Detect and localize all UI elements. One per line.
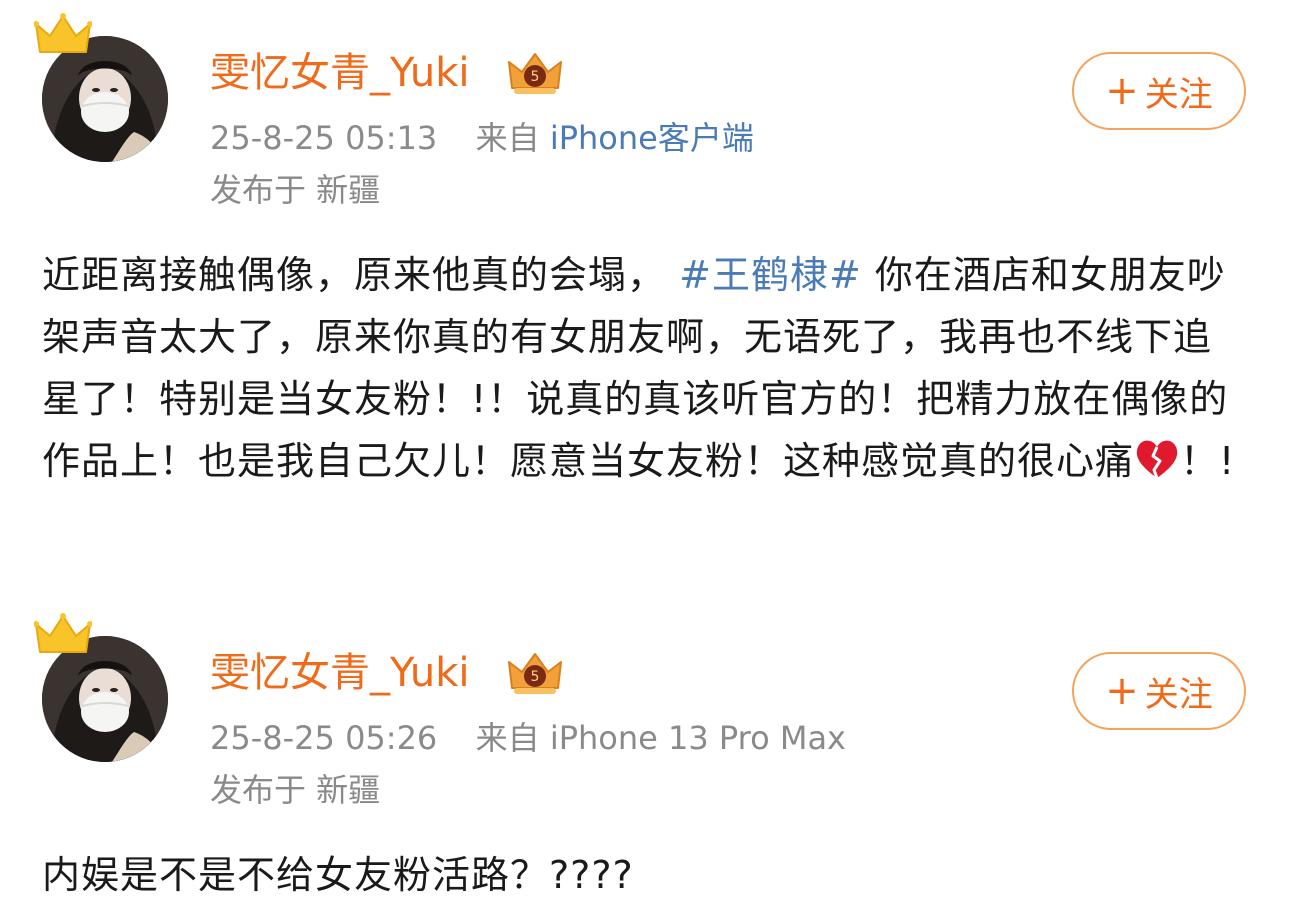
location: 发布于 新疆	[210, 171, 381, 209]
crown-icon	[34, 13, 92, 53]
timestamp: 25-8-25 05:13	[210, 119, 438, 157]
source-prefix: 来自	[475, 119, 540, 157]
username[interactable]: 雯忆女青_Yuki	[210, 646, 469, 700]
post-body: 近距离接触偶像，原来他真的会塌， #王鹤棣# 你在酒店和女朋友吵架声音太大了，原…	[42, 244, 1248, 492]
follow-label: 关注	[1144, 74, 1213, 115]
vip-crown-badge-icon[interactable]: 5	[506, 50, 564, 98]
follow-button[interactable]: + 关注	[1072, 52, 1246, 130]
location: 发布于 新疆	[210, 771, 381, 809]
post-body: 内娱是不是不给女友粉活路？????	[42, 853, 634, 897]
source-app: iPhone 13 Pro Max	[549, 719, 846, 757]
post-meta: 25-8-25 05:26 来自 iPhone 13 Pro Max	[210, 716, 846, 760]
weibo-post: 雯忆女青_Yuki 5 25-8-25 05:26 来自 iPhone 13 P…	[0, 600, 1290, 916]
source-prefix: 来自	[475, 719, 540, 757]
avatar-container[interactable]	[34, 13, 168, 162]
post-meta: 25-8-25 05:13 来自 iPhone客户端	[210, 116, 754, 160]
timestamp: 25-8-25 05:26	[210, 719, 438, 757]
broken-heart-icon	[1136, 440, 1178, 479]
avatar-container[interactable]	[34, 613, 168, 762]
crown-icon	[34, 613, 92, 653]
source-app-link[interactable]: iPhone客户端	[550, 119, 754, 157]
svg-text:5: 5	[531, 69, 540, 85]
username[interactable]: 雯忆女青_Yuki	[210, 46, 469, 100]
svg-text:5: 5	[531, 669, 540, 685]
hashtag-link[interactable]: #王鹤棣#	[679, 253, 862, 297]
post-text-before: 近距离接触偶像，原来他真的会塌，	[42, 253, 667, 297]
weibo-post: 雯忆女青_Yuki 5 25-8-25 05:13 来自 iPhone客户端 发…	[0, 0, 1290, 600]
plus-icon: +	[1105, 668, 1139, 714]
follow-button[interactable]: + 关注	[1072, 652, 1246, 730]
post-text-tail: ！!	[1180, 439, 1236, 483]
vip-crown-badge-icon[interactable]: 5	[506, 650, 564, 698]
plus-icon: +	[1105, 68, 1139, 114]
follow-label: 关注	[1144, 674, 1213, 715]
